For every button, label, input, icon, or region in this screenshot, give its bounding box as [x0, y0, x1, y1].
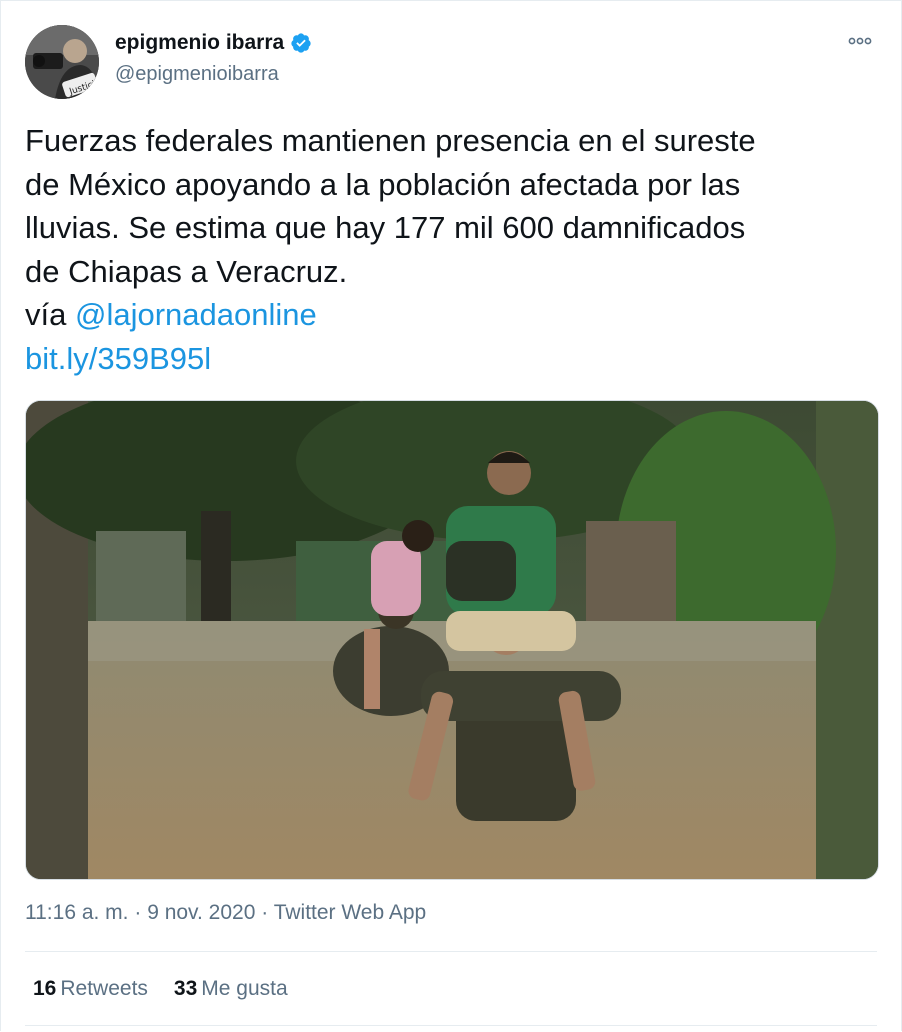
- author-name-row: epigmenio ibarra: [115, 31, 312, 55]
- tweet-text: Fuerzas federales mantienen presencia en…: [25, 119, 875, 380]
- author-avatar[interactable]: Justicia: [25, 25, 99, 99]
- tweet-photo[interactable]: [25, 400, 879, 880]
- via-line: vía @lajornadaonline: [25, 293, 875, 337]
- engagement-stats: 16 Retweets 33 Me gusta: [33, 977, 288, 1001]
- tweet-text-line: Fuerzas federales mantienen presencia en…: [25, 123, 756, 158]
- author-name[interactable]: epigmenio ibarra: [115, 31, 284, 55]
- flood-photo-image: [26, 401, 878, 879]
- tweet-card: Justicia epigmenio ibarra @epigmenioibar…: [0, 0, 902, 1031]
- meta-separator: ·: [255, 901, 274, 924]
- divider: [25, 951, 877, 952]
- via-prefix: vía: [25, 297, 75, 332]
- tweet-time[interactable]: 11:16 a. m.: [25, 901, 129, 924]
- retweets-count: 16: [33, 977, 57, 1000]
- tweet-metadata: 11:16 a. m. · 9 nov. 2020 · Twitter Web …: [25, 901, 426, 925]
- tweet-text-line: de Chiapas a Veracruz.: [25, 253, 348, 289]
- tweet-date[interactable]: 9 nov. 2020: [147, 901, 255, 924]
- author-handle[interactable]: @epigmenioibarra: [115, 63, 279, 86]
- tweet-source[interactable]: Twitter Web App: [274, 901, 427, 924]
- tweet-text-line: de México apoyando a la población afecta…: [25, 166, 741, 202]
- retweets-stat[interactable]: 16 Retweets: [33, 977, 148, 1001]
- verified-badge-icon: [291, 33, 311, 53]
- avatar-image: Justicia: [25, 25, 99, 99]
- likes-count: 33: [173, 977, 198, 1000]
- likes-stat[interactable]: 33 Me gusta: [174, 977, 288, 1001]
- divider: [25, 1025, 877, 1026]
- retweets-label: Retweets: [60, 977, 148, 1000]
- mention-link[interactable]: @lajornadaonline: [75, 297, 317, 332]
- short-link[interactable]: bit.ly/359B95l: [25, 337, 875, 381]
- more-options-icon[interactable]: [847, 33, 873, 49]
- meta-separator: ·: [128, 901, 148, 924]
- tweet-text-line: lluvias. Se estima que hay 177 mil 600 d…: [25, 210, 746, 245]
- likes-label: Me gusta: [201, 977, 288, 1000]
